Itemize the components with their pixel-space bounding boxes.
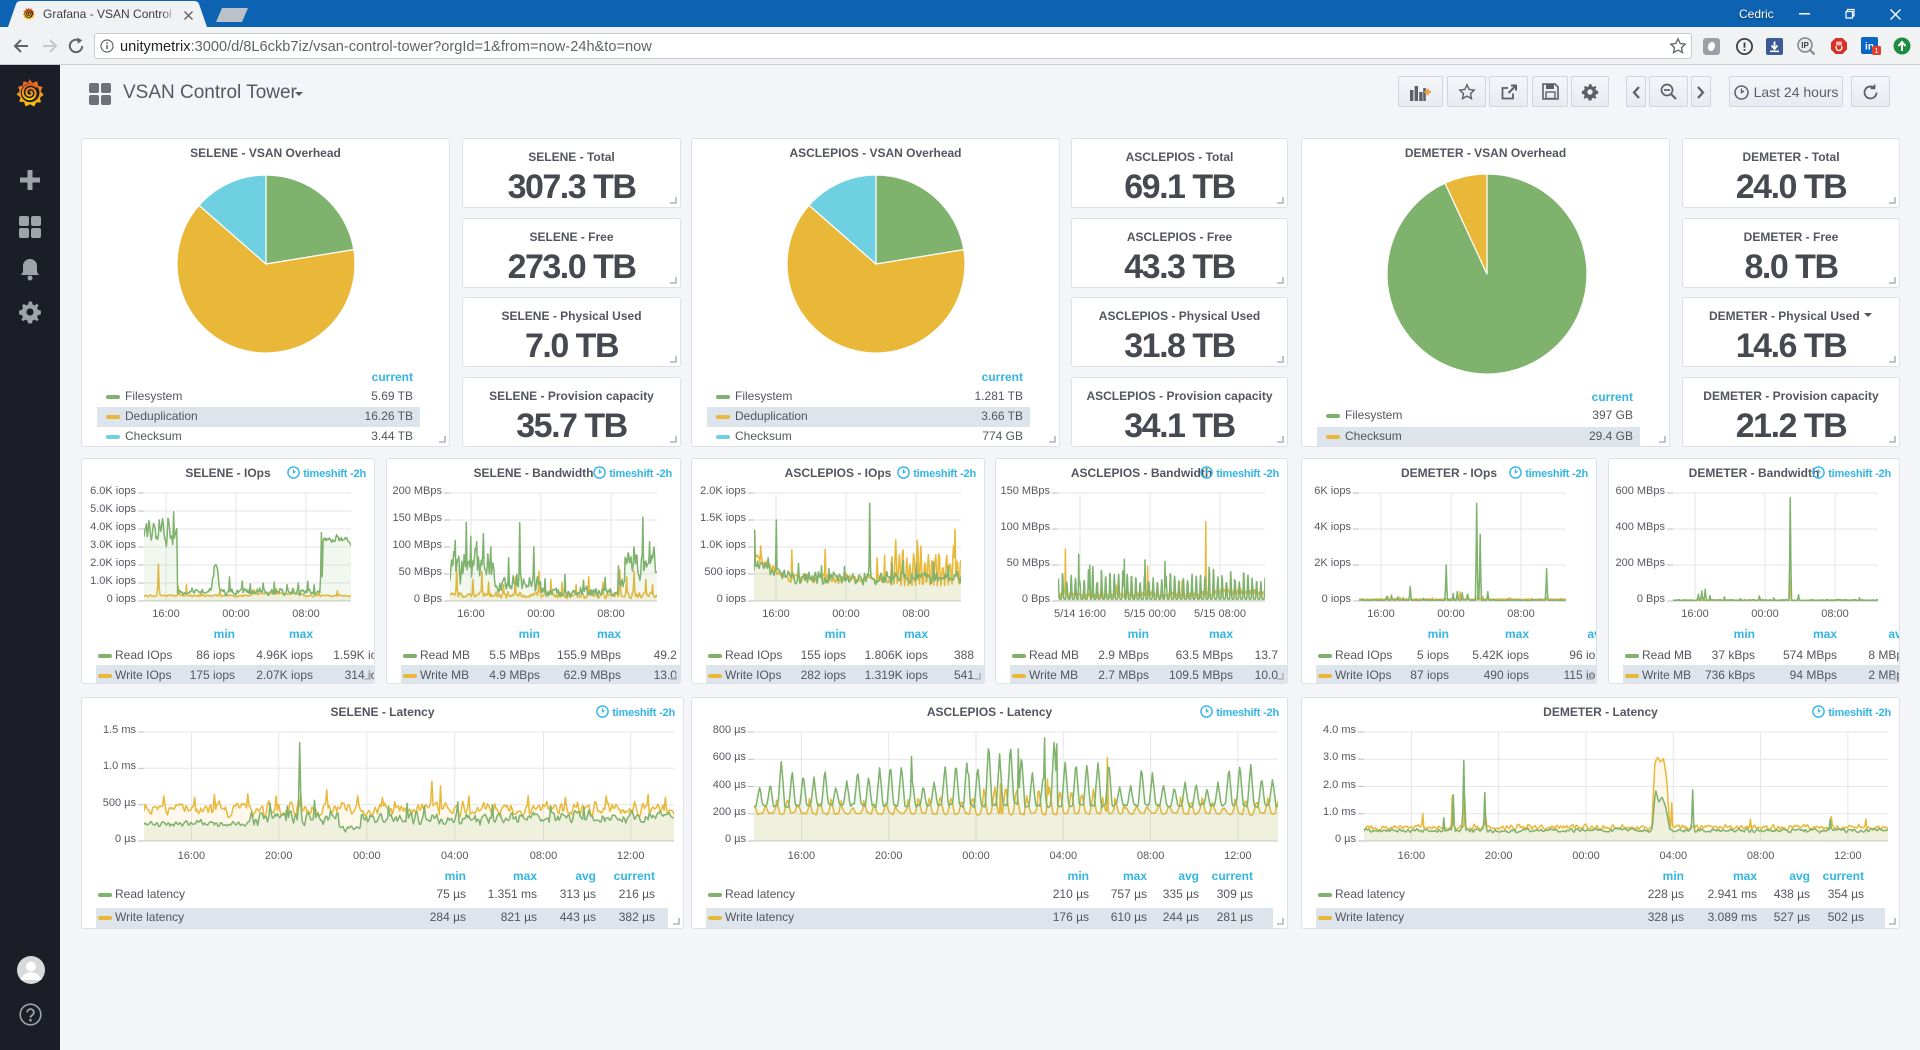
- svg-text:IP: IP: [1801, 41, 1809, 50]
- svg-text:1: 1: [1874, 46, 1878, 55]
